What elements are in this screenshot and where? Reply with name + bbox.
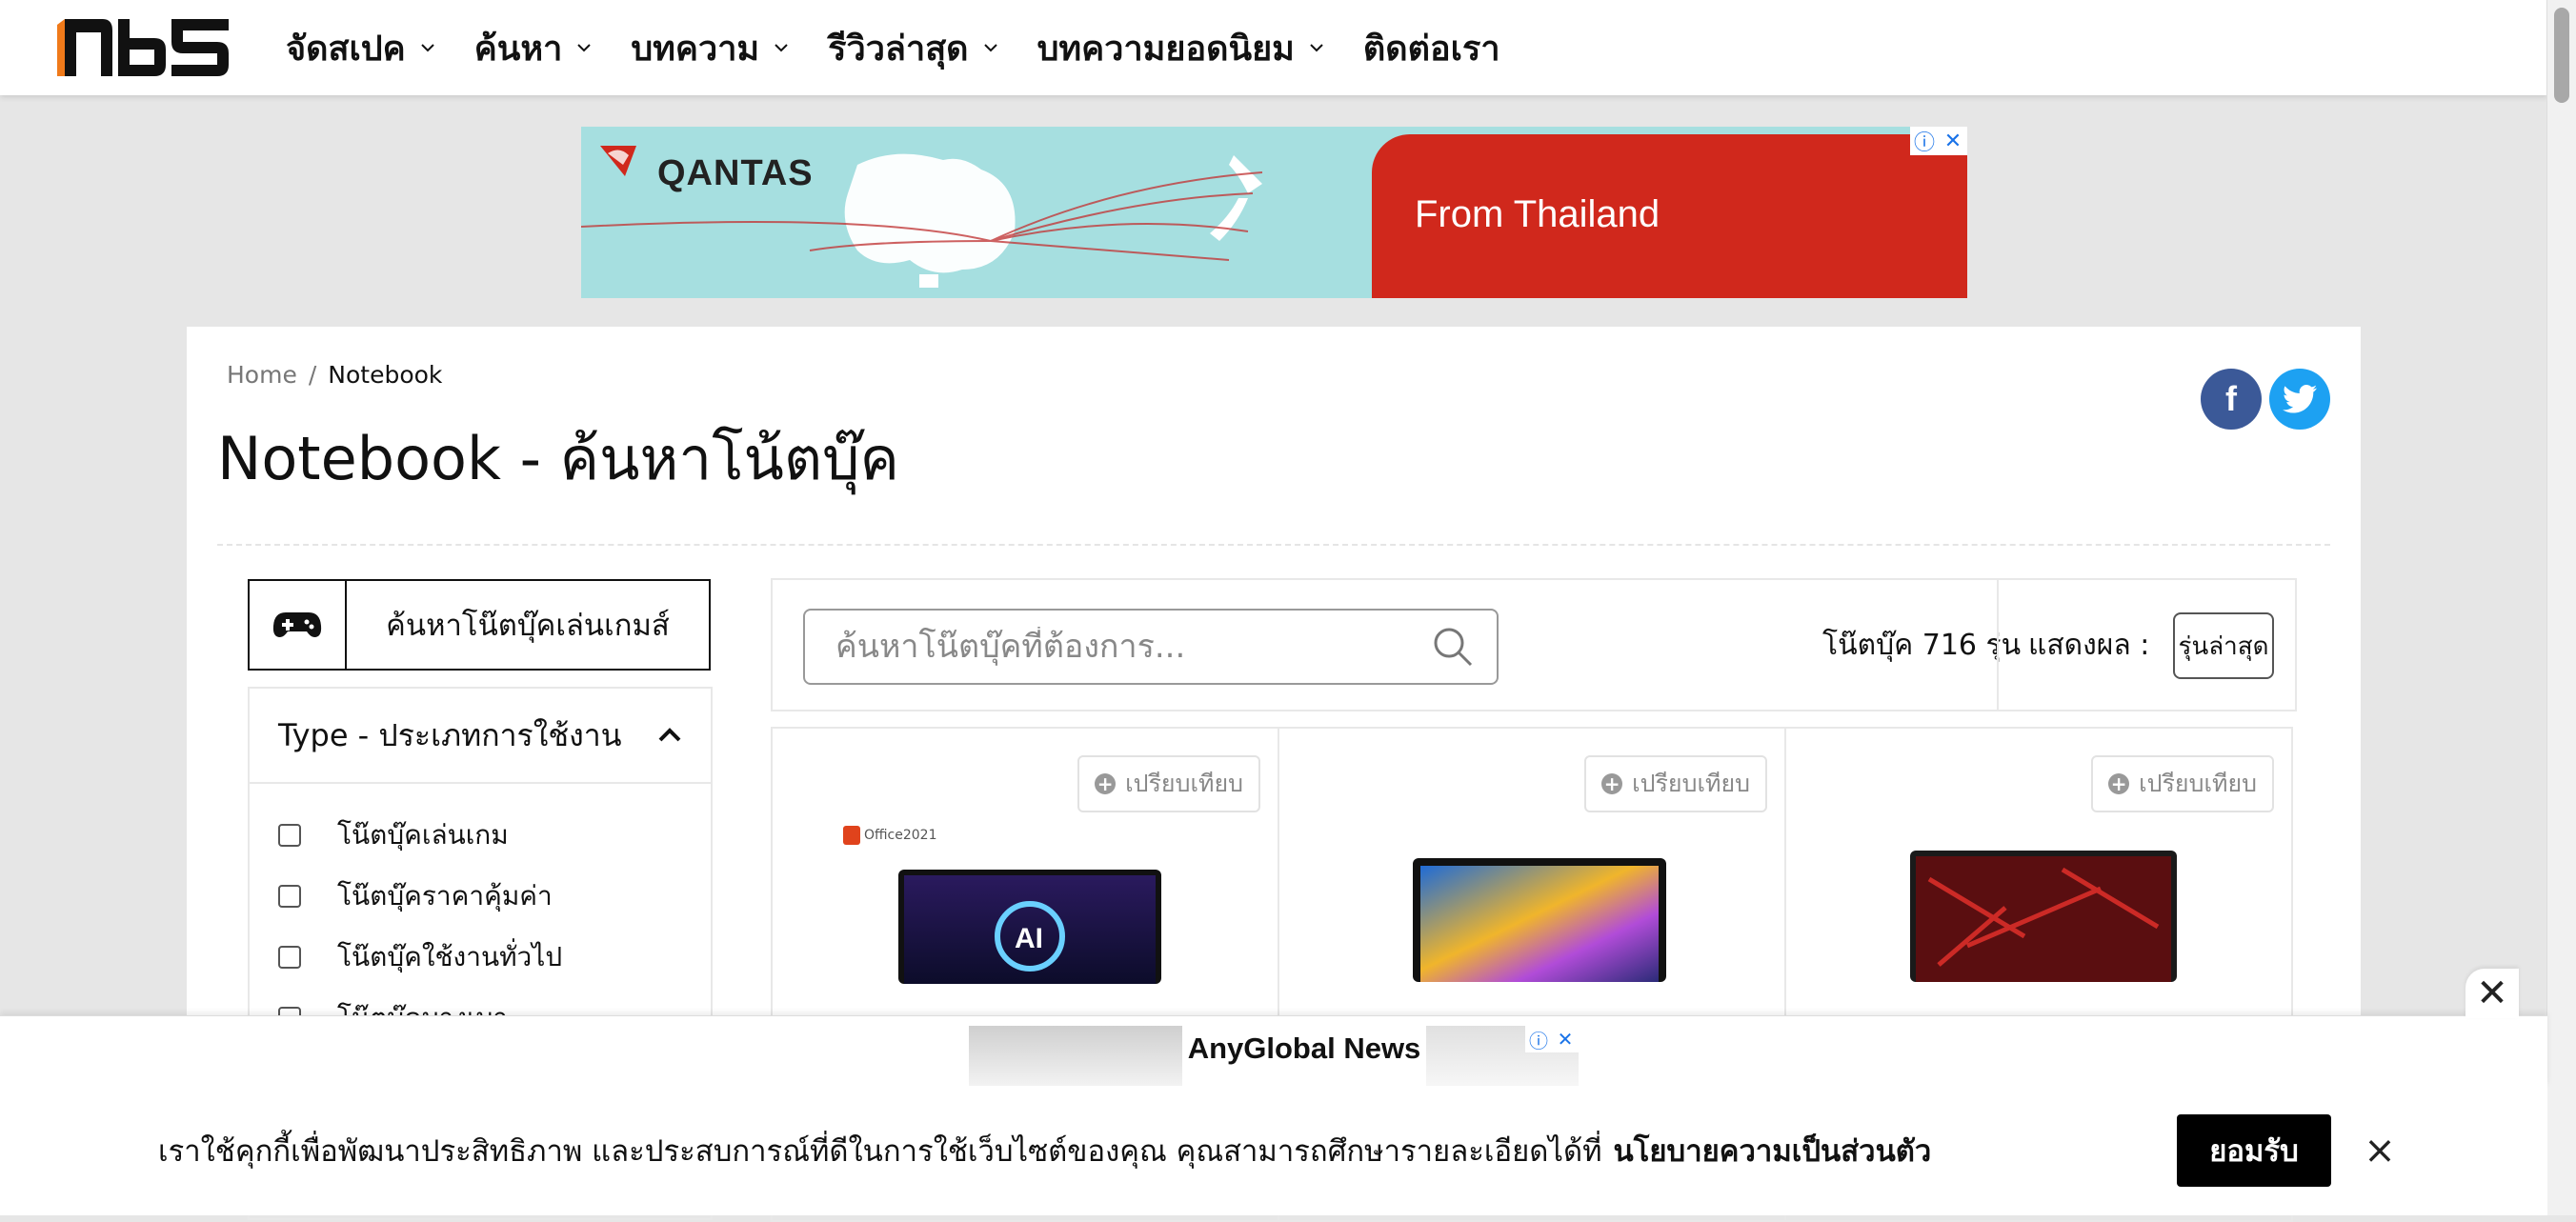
chevron-down-icon [577, 44, 592, 52]
menu-item-label: บทความ [631, 29, 760, 69]
australia-nz-map-graphic [581, 146, 1263, 288]
scrollbar-thumb[interactable] [2554, 8, 2569, 103]
compare-label: เปรียบเทียบ [1125, 770, 1243, 797]
menu-item-label: บทความยอดนิยม [1036, 29, 1295, 69]
compare-label: เปรียบเทียบ [1632, 770, 1750, 797]
bottom-banner-ad[interactable]: AnyGlobal News ⓘ ✕ [969, 1026, 1579, 1087]
filter-option-general[interactable]: โน๊ตบุ๊คใช้งานทั่วไป [250, 927, 711, 988]
breadcrumb-home[interactable]: Home [227, 361, 297, 389]
compare-label: เปรียบเทียบ [2139, 770, 2257, 797]
type-filter-header[interactable]: Type - ประเภทการใช้งาน [250, 689, 711, 784]
page-title: Notebook - ค้นหาโน้ตบุ๊ค [217, 424, 899, 493]
search-icon[interactable] [1432, 626, 1474, 668]
sort-select[interactable]: รุ่นล่าสุด [2173, 612, 2274, 679]
office-badge-label: Office2021 [864, 828, 937, 843]
menu-item-label: ติดต่อเรา [1362, 29, 1500, 69]
notebook-search-input[interactable] [834, 627, 1432, 667]
cookie-text: เราใช้คุกกี้เพื่อพัฒนาประสิทธิภาพ และประ… [158, 1134, 1602, 1169]
menu-item-search[interactable]: ค้นหา [474, 21, 594, 75]
top-banner-ad[interactable]: QANTAS From Thailand ⓘ ✕ [581, 127, 1967, 298]
privacy-policy-link[interactable]: นโยบายความเป็นส่วนตัว [1614, 1127, 1932, 1174]
breadcrumb-current: Notebook [328, 361, 443, 389]
gaming-button-label: ค้นหาโน๊ตบุ๊คเล่นเกมส์ [386, 609, 670, 643]
result-count: โน๊ตบุ๊ค 716 รุ่น [1822, 628, 2022, 662]
bottom-ad-strip: ✕ AnyGlobal News ⓘ ✕ [0, 969, 2547, 1087]
menu-item-latest-reviews[interactable]: รีวิวล่าสุด [828, 21, 998, 75]
laptop-zenbook-image[interactable] [1413, 858, 1666, 982]
plus-circle-icon: + [1601, 773, 1623, 794]
gaming-notebook-search-button[interactable]: ค้นหาโน๊ตบุ๊คเล่นเกมส์ [248, 579, 711, 671]
bottom-overlay: ✕ AnyGlobal News ⓘ ✕ เราใช้คุกกี้เพื่อพั… [0, 969, 2547, 1215]
twitter-icon [2283, 385, 2317, 413]
ad-controls: ⓘ ✕ [1525, 1026, 1579, 1052]
laptop-rog-image[interactable] [1910, 851, 2177, 982]
compare-button[interactable]: + เปรียบเทียบ [2091, 755, 2274, 812]
gamepad-icon [250, 581, 347, 669]
plus-circle-icon: + [2108, 773, 2130, 794]
compare-button[interactable]: + เปรียบเทียบ [1077, 755, 1260, 812]
close-icon[interactable]: ✕ [2465, 969, 2519, 1018]
ad-headline: From Thailand [1415, 193, 1660, 235]
cookie-message: เราใช้คุกกี้เพื่อพัฒนาประสิทธิภาพ และประ… [158, 1086, 1931, 1215]
office-badge: Office2021 [843, 826, 937, 845]
twitter-share-button[interactable] [2269, 369, 2330, 430]
menu-item-articles[interactable]: บทความ [631, 21, 790, 75]
menu-item-spec[interactable]: จัดสเปค [286, 21, 436, 75]
chevron-up-icon [658, 728, 681, 742]
plus-circle-icon: + [1095, 773, 1117, 794]
chevron-down-icon [420, 44, 434, 52]
cookie-consent-bar: เราใช้คุกกี้เพื่อพัฒนาประสิทธิภาพ และประ… [0, 1086, 2547, 1215]
filter-options: โน๊ตบุ๊คเล่นเกม โน๊ตบุ๊คราคาคุ้มค่า โน๊ต… [250, 784, 711, 1049]
close-icon[interactable]: ✕ [1939, 127, 1967, 155]
checkbox[interactable] [278, 885, 301, 908]
chevron-down-icon [1310, 44, 1323, 52]
filter-option-gaming[interactable]: โน๊ตบุ๊คเล่นเกม [250, 805, 711, 866]
menu-item-popular-articles[interactable]: บทความยอดนิยม [1037, 21, 1325, 75]
close-icon[interactable]: × [2361, 1126, 2399, 1175]
menu-item-label: จัดสเปค [286, 29, 406, 69]
filter-option-label: โน๊ตบุ๊คราคาคุ้มค่า [337, 880, 553, 911]
filter-option-label: โน๊ตบุ๊คเล่นเกม [337, 819, 509, 851]
page-scrollbar[interactable] [2546, 0, 2576, 1215]
menu-item-contact[interactable]: ติดต่อเรา [1363, 21, 1500, 75]
toolbar-separator [1997, 580, 1999, 710]
menu-item-label: ค้นหา [473, 29, 563, 69]
bottom-ad-title: AnyGlobal News [1187, 1032, 1421, 1065]
breadcrumb: Home / Notebook [227, 361, 442, 389]
facebook-icon: f [2225, 379, 2237, 418]
filter-option-value[interactable]: โน๊ตบุ๊คราคาคุ้มค่า [250, 866, 711, 927]
filter-option-label: โน๊ตบุ๊คใช้งานทั่วไป [337, 941, 563, 972]
nbs-logo[interactable] [55, 17, 231, 78]
chevron-down-icon [775, 44, 788, 52]
compare-button[interactable]: + เปรียบเทียบ [1584, 755, 1767, 812]
checkbox[interactable] [278, 824, 301, 847]
notebook-search-box [803, 609, 1499, 685]
office-icon [843, 826, 860, 845]
main-menu: จัดสเปค ค้นหา บทความ รีวิวล่าสุด บทความย… [286, 0, 1539, 95]
top-navbar: จัดสเปค ค้นหา บทความ รีวิวล่าสุด บทความย… [0, 0, 2547, 95]
checkbox[interactable] [278, 946, 301, 969]
close-icon[interactable]: ✕ [1552, 1026, 1579, 1052]
sort-label: แสดงผล : [2028, 628, 2150, 662]
breadcrumb-separator: / [308, 361, 317, 389]
svg-text:AI: AI [1015, 923, 1043, 954]
accept-cookies-button[interactable]: ยอมรับ [2177, 1114, 2331, 1187]
social-share: f [2201, 369, 2330, 430]
results-toolbar: โน๊ตบุ๊ค 716 รุ่น แสดงผล : รุ่นล่าสุด [771, 578, 2297, 711]
header-divider [217, 544, 2330, 546]
facebook-share-button[interactable]: f [2201, 369, 2262, 430]
info-icon[interactable]: ⓘ [1525, 1026, 1552, 1052]
chevron-down-icon [983, 44, 997, 52]
ad-brand: QANTAS [657, 153, 814, 193]
filter-title: Type - ประเภทการใช้งาน [278, 716, 622, 753]
info-icon[interactable]: ⓘ [1910, 127, 1939, 155]
menu-item-label: รีวิวล่าสุด [828, 29, 969, 69]
ad-controls: ⓘ ✕ [1910, 127, 1967, 155]
ad-thumbnail [969, 1026, 1182, 1087]
laptop-ai-image[interactable]: AI [898, 870, 1161, 984]
